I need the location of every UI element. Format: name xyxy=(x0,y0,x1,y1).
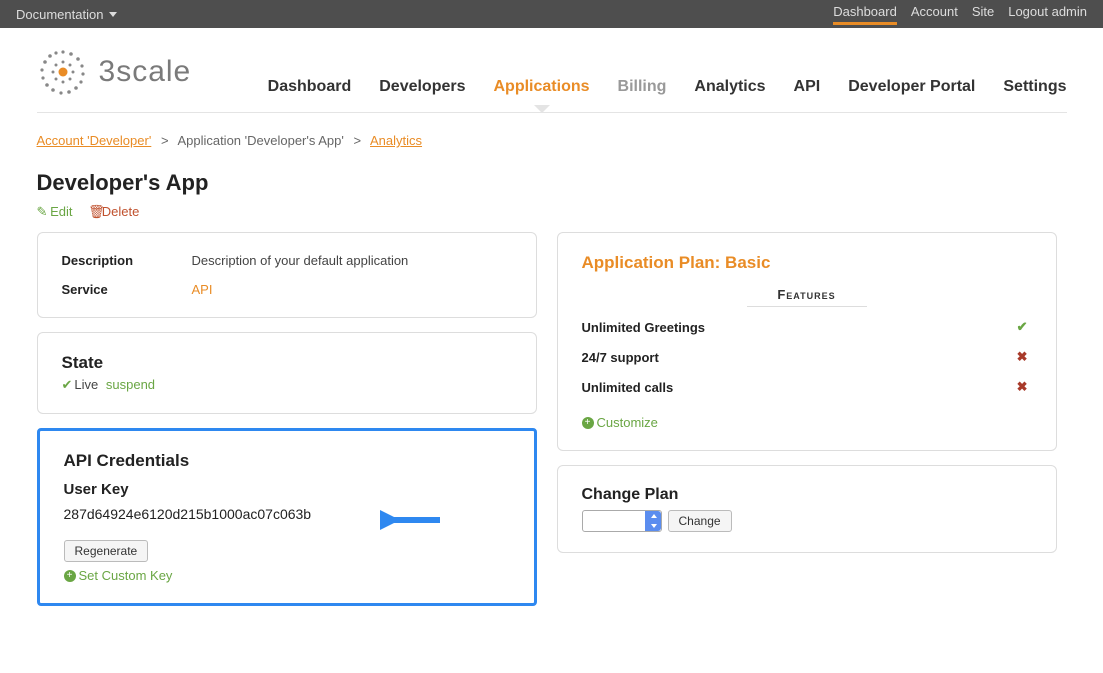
page-actions: ✎ Edit 🗑 Delete xyxy=(37,204,1067,220)
main-nav: Dashboard Developers Applications Billin… xyxy=(268,78,1067,112)
caret-down-icon xyxy=(109,12,117,17)
logo-text: 3scale xyxy=(99,55,192,89)
cross-icon: ✖ xyxy=(1017,379,1028,395)
plan-title: Application Plan: Basic xyxy=(582,253,1032,273)
check-icon: ✔ xyxy=(62,377,73,392)
crumb-account[interactable]: Account 'Developer' xyxy=(37,133,152,148)
change-plan-panel: Change Plan Change xyxy=(557,465,1057,553)
state-heading: State xyxy=(62,353,512,373)
plan-panel: Application Plan: Basic Features Unlimit… xyxy=(557,232,1057,451)
pencil-icon: ✎ xyxy=(37,204,47,220)
regenerate-button[interactable]: Regenerate xyxy=(64,540,149,562)
feature-label: Unlimited calls xyxy=(582,380,674,395)
desc-label: Description xyxy=(62,253,192,268)
change-plan-heading: Change Plan xyxy=(582,486,1032,504)
desc-value: Description of your default application xyxy=(192,253,409,268)
set-custom-key-link[interactable]: + Set Custom Key xyxy=(64,568,173,583)
nav-dashboard[interactable]: Dashboard xyxy=(268,78,352,112)
state-status: Live xyxy=(74,377,98,392)
credentials-panel: API Credentials User Key 287d64924e6120d… xyxy=(37,428,537,606)
delete-link[interactable]: 🗑 Delete xyxy=(88,204,139,219)
crumb-app: Application 'Developer's App' xyxy=(177,133,343,148)
nav-api[interactable]: API xyxy=(794,78,821,112)
suspend-link[interactable]: suspend xyxy=(106,377,155,392)
change-button[interactable]: Change xyxy=(668,510,732,532)
plus-circle-icon: + xyxy=(64,570,76,582)
feature-label: 24/7 support xyxy=(582,350,659,365)
check-icon: ✔ xyxy=(1017,319,1028,335)
service-label: Service xyxy=(62,282,192,297)
edit-link[interactable]: ✎ Edit xyxy=(37,204,73,219)
nav-devportal[interactable]: Developer Portal xyxy=(848,78,975,112)
nav-billing[interactable]: Billing xyxy=(618,78,667,112)
topbar-link-site[interactable]: Site xyxy=(972,4,994,25)
features-heading: Features xyxy=(747,287,867,307)
brand-logo[interactable]: 3scale xyxy=(37,46,192,112)
feature-row: 24/7 support ✖ xyxy=(582,349,1032,365)
topbar-link-account[interactable]: Account xyxy=(911,4,958,25)
feature-label: Unlimited Greetings xyxy=(582,320,706,335)
page-title: Developer's App xyxy=(37,170,1067,196)
docs-label: Documentation xyxy=(16,7,103,22)
topbar-right: Dashboard Account Site Logout admin xyxy=(833,4,1087,25)
docs-dropdown[interactable]: Documentation xyxy=(16,7,833,22)
logo-icon xyxy=(37,46,89,98)
topbar-link-dashboard[interactable]: Dashboard xyxy=(833,4,897,25)
nav-applications[interactable]: Applications xyxy=(494,78,590,112)
trash-icon: 🗑 xyxy=(88,204,98,220)
crumb-analytics[interactable]: Analytics xyxy=(370,133,422,148)
breadcrumb: Account 'Developer' > Application 'Devel… xyxy=(37,133,1067,148)
cross-icon: ✖ xyxy=(1017,349,1028,365)
feature-row: Unlimited calls ✖ xyxy=(582,379,1032,395)
feature-row: Unlimited Greetings ✔ xyxy=(582,319,1032,335)
credentials-heading: API Credentials xyxy=(64,451,510,471)
nav-settings[interactable]: Settings xyxy=(1003,78,1066,112)
info-panel: Description Description of your default … xyxy=(37,232,537,318)
annotation-arrow-icon xyxy=(380,505,450,535)
state-panel: State ✔Live suspend xyxy=(37,332,537,414)
customize-link[interactable]: + Customize xyxy=(582,415,658,430)
userkey-heading: User Key xyxy=(64,481,510,498)
plus-circle-icon: + xyxy=(582,417,594,429)
service-value: API xyxy=(192,282,213,297)
topbar-link-logout[interactable]: Logout admin xyxy=(1008,4,1087,25)
nav-analytics[interactable]: Analytics xyxy=(694,78,765,112)
nav-developers[interactable]: Developers xyxy=(379,78,465,112)
plan-select[interactable] xyxy=(582,510,662,532)
